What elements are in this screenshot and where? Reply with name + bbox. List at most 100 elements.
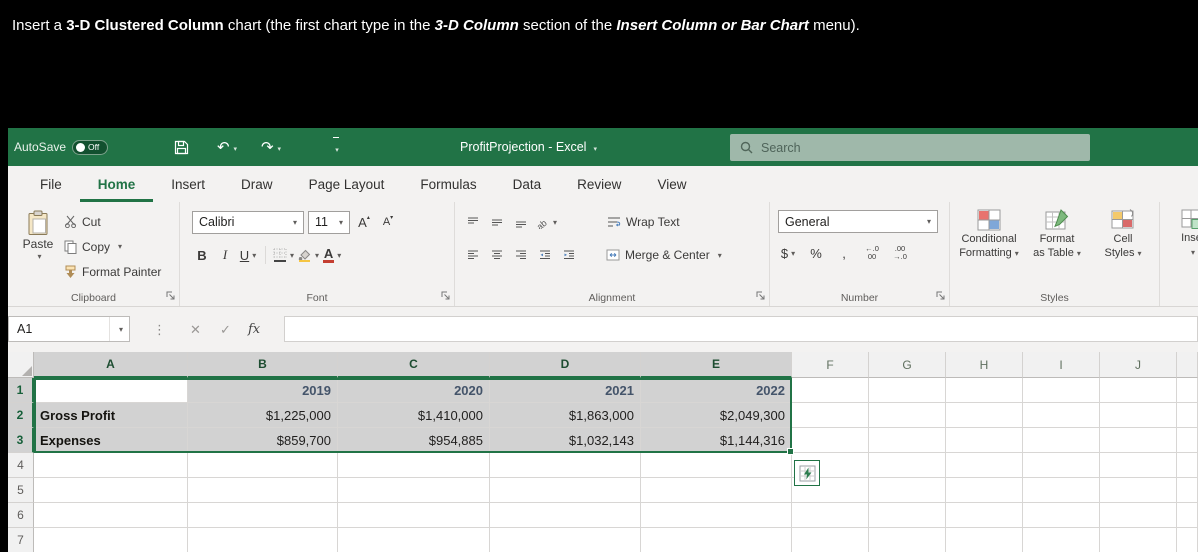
wrap-text-button[interactable]: Wrap Text <box>607 215 680 229</box>
row-header-4[interactable]: 4 <box>8 453 34 478</box>
tab-view[interactable]: View <box>639 166 704 202</box>
underline-button[interactable]: U <box>238 244 258 266</box>
tab-review[interactable]: Review <box>559 166 639 202</box>
cell[interactable] <box>338 453 490 478</box>
cell[interactable] <box>1177 378 1198 403</box>
cell[interactable] <box>188 503 338 528</box>
tab-page-layout[interactable]: Page Layout <box>291 166 403 202</box>
tab-file[interactable]: File <box>22 166 80 202</box>
column-header-F[interactable]: F <box>792 352 869 378</box>
cell[interactable] <box>792 428 869 453</box>
format-painter-button[interactable]: Format Painter <box>64 262 161 281</box>
cell[interactable] <box>338 503 490 528</box>
tab-home[interactable]: Home <box>80 166 154 202</box>
dialog-launcher-icon[interactable] <box>165 290 176 301</box>
cell[interactable] <box>869 478 946 503</box>
cell[interactable] <box>1177 403 1198 428</box>
increase-font-size-button[interactable]: A ▴ <box>354 211 374 233</box>
cell[interactable] <box>490 478 641 503</box>
cell[interactable] <box>34 478 188 503</box>
cell[interactable] <box>1100 503 1177 528</box>
cell-D3[interactable]: $1,032,143 <box>490 428 641 453</box>
copy-button[interactable]: Copy <box>64 237 161 256</box>
formula-input[interactable] <box>284 316 1198 342</box>
save-button[interactable] <box>166 128 196 166</box>
insert-cells-button[interactable]: Inse <box>1166 208 1198 288</box>
cell[interactable] <box>188 528 338 552</box>
cell[interactable] <box>869 503 946 528</box>
row-header-5[interactable]: 5 <box>8 478 34 503</box>
row-header-2[interactable]: 2 <box>8 403 34 428</box>
select-all-button[interactable] <box>8 352 34 378</box>
column-header-E[interactable]: E <box>641 352 792 378</box>
cell[interactable] <box>1023 528 1100 552</box>
cancel-button[interactable]: ✕ <box>190 307 201 352</box>
dialog-launcher-icon[interactable] <box>440 290 451 301</box>
align-center-button[interactable] <box>487 244 507 266</box>
cell[interactable] <box>946 528 1023 552</box>
cell[interactable] <box>1100 428 1177 453</box>
cell[interactable] <box>641 503 792 528</box>
cell[interactable] <box>1177 478 1198 503</box>
cell[interactable] <box>869 403 946 428</box>
align-right-button[interactable] <box>511 244 531 266</box>
cell-C3[interactable]: $954,885 <box>338 428 490 453</box>
search-box[interactable]: Search <box>730 134 1090 161</box>
cell-A3[interactable]: Expenses <box>34 428 188 453</box>
tab-insert[interactable]: Insert <box>153 166 223 202</box>
font-color-button[interactable]: A <box>322 244 342 266</box>
cell[interactable] <box>1177 503 1198 528</box>
cell-B3[interactable]: $859,700 <box>188 428 338 453</box>
comma-style-button[interactable]: , <box>834 242 854 264</box>
cell[interactable] <box>946 453 1023 478</box>
cell-styles-button[interactable]: Cell Styles <box>1092 208 1154 260</box>
increase-decimal-button[interactable] <box>862 242 882 264</box>
cell[interactable] <box>946 478 1023 503</box>
align-left-button[interactable] <box>463 244 483 266</box>
cell-B1[interactable]: 2019 <box>188 378 338 403</box>
middle-align-button[interactable] <box>487 211 507 233</box>
cell[interactable] <box>1100 528 1177 552</box>
cell[interactable] <box>1100 403 1177 428</box>
format-as-table-button[interactable]: Format as Table <box>1024 208 1090 260</box>
row-header-3[interactable]: 3 <box>8 428 34 453</box>
autosave-toggle[interactable]: AutoSave Off <box>14 128 109 166</box>
cell[interactable] <box>946 503 1023 528</box>
cell-E2[interactable]: $2,049,300 <box>641 403 792 428</box>
cell[interactable] <box>869 428 946 453</box>
font-size-select[interactable]: 11 <box>308 210 350 234</box>
paste-button[interactable]: Paste <box>16 210 60 288</box>
tab-data[interactable]: Data <box>495 166 560 202</box>
cell[interactable] <box>641 528 792 552</box>
cell[interactable] <box>946 378 1023 403</box>
column-header-K-partial[interactable] <box>1177 352 1198 378</box>
cell[interactable] <box>1177 428 1198 453</box>
cell[interactable] <box>338 528 490 552</box>
cell-C1[interactable]: 2020 <box>338 378 490 403</box>
column-header-G[interactable]: G <box>869 352 946 378</box>
cell[interactable] <box>188 453 338 478</box>
font-name-select[interactable]: Calibri <box>192 210 304 234</box>
cell[interactable] <box>1023 478 1100 503</box>
customize-quick-access-button[interactable] <box>324 128 348 166</box>
cell[interactable] <box>490 528 641 552</box>
document-title[interactable]: ProfitProjection - Excel <box>460 128 597 166</box>
name-box[interactable]: A1 <box>8 316 130 342</box>
bottom-align-button[interactable] <box>511 211 531 233</box>
accounting-format-button[interactable]: $ <box>778 242 798 264</box>
percent-style-button[interactable]: % <box>806 242 826 264</box>
cell[interactable] <box>1100 453 1177 478</box>
tab-draw[interactable]: Draw <box>223 166 291 202</box>
cell[interactable] <box>1177 528 1198 552</box>
column-header-D[interactable]: D <box>490 352 641 378</box>
conditional-formatting-button[interactable]: Conditional Formatting <box>956 208 1022 260</box>
column-header-I[interactable]: I <box>1023 352 1100 378</box>
merge-center-button[interactable]: Merge & Center <box>606 248 722 262</box>
increase-indent-button[interactable] <box>559 244 579 266</box>
tab-formulas[interactable]: Formulas <box>402 166 494 202</box>
cell[interactable] <box>792 528 869 552</box>
row-header-1[interactable]: 1 <box>8 378 34 403</box>
column-header-A[interactable]: A <box>34 352 188 378</box>
cell[interactable] <box>1023 503 1100 528</box>
italic-button[interactable]: I <box>215 244 235 266</box>
